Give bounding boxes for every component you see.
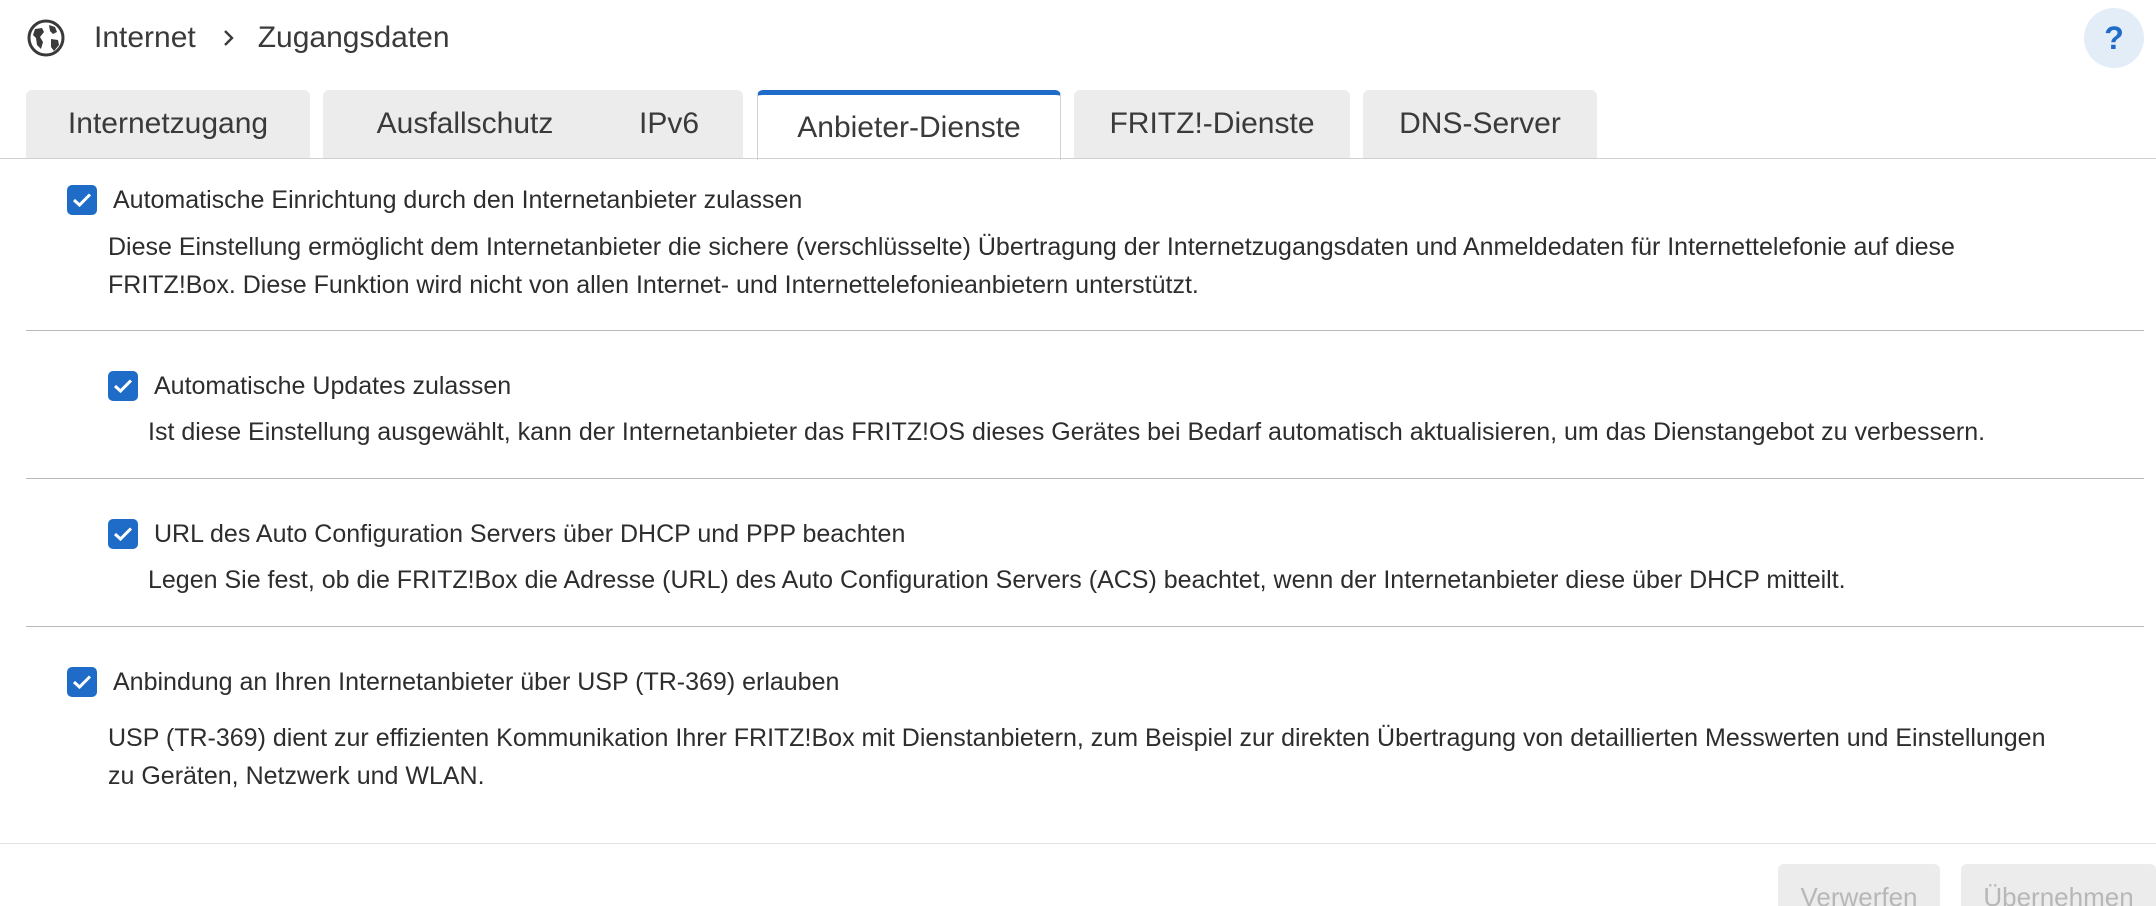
fritzbox-settings-page: Internet Zugangsdaten ? Internetzugang A…: [0, 0, 2156, 906]
auto-updates-checkbox[interactable]: [108, 371, 138, 401]
tab-anbieter-dienste[interactable]: Anbieter-Dienste: [757, 90, 1061, 160]
description-line: Ist diese Einstellung ausgewählt, kann d…: [148, 418, 1986, 446]
setting-usp: Anbindung an Ihren Internetanbieter über…: [67, 665, 839, 699]
section-divider: [26, 330, 2144, 331]
checkmark-icon: [113, 527, 133, 542]
tab-ausfallschutz[interactable]: Ausfallschutz: [323, 90, 607, 158]
auto-setup-description: Diese Einstellung ermöglicht dem Interne…: [108, 228, 1955, 304]
usp-label[interactable]: Anbindung an Ihren Internetanbieter über…: [113, 668, 839, 697]
breadcrumb-zugangsdaten: Zugangsdaten: [257, 21, 450, 54]
tab-internetzugang[interactable]: Internetzugang: [26, 90, 310, 158]
auto-updates-description: Ist diese Einstellung ausgewählt, kann d…: [148, 413, 1985, 451]
breadcrumb: Internet Zugangsdaten: [94, 16, 450, 60]
footer-divider: [0, 843, 2156, 844]
checkmark-icon: [113, 379, 133, 394]
help-button[interactable]: ?: [2084, 8, 2144, 68]
discard-button[interactable]: Verwerfen: [1778, 864, 1940, 906]
tab-dns-server[interactable]: DNS-Server: [1363, 90, 1597, 158]
usp-checkbox[interactable]: [67, 667, 97, 697]
tab-underline: [0, 158, 2156, 159]
description-line: zu Geräten, Netzwerk und WLAN.: [108, 762, 485, 790]
apply-button[interactable]: Übernehmen: [1961, 864, 2156, 906]
acs-url-description: Legen Sie fest, ob die FRITZ!Box die Adr…: [148, 561, 1846, 599]
breadcrumb-internet[interactable]: Internet: [94, 21, 196, 55]
chevron-right-icon: [223, 30, 234, 46]
auto-setup-checkbox[interactable]: [67, 185, 97, 215]
globe-icon: [27, 19, 65, 57]
setting-acs-url: URL des Auto Configuration Servers über …: [108, 517, 905, 551]
acs-url-checkbox[interactable]: [108, 519, 138, 549]
setting-auto-setup: Automatische Einrichtung durch den Inter…: [67, 183, 802, 217]
page-header: Internet Zugangsdaten ?: [0, 0, 2156, 76]
checkmark-icon: [72, 675, 92, 690]
acs-url-label[interactable]: URL des Auto Configuration Servers über …: [154, 520, 905, 549]
section-divider: [26, 626, 2144, 627]
section-divider: [26, 478, 2144, 479]
auto-updates-label[interactable]: Automatische Updates zulassen: [154, 372, 511, 401]
description-line: FRITZ!Box. Diese Funktion wird nicht von…: [108, 271, 1199, 299]
tab-fritz-dienste[interactable]: FRITZ!-Dienste: [1074, 90, 1350, 158]
description-line: Legen Sie fest, ob die FRITZ!Box die Adr…: [148, 566, 1846, 594]
setting-auto-updates: Automatische Updates zulassen: [108, 369, 511, 403]
description-line: USP (TR-369) dient zur effizienten Kommu…: [108, 724, 2046, 752]
description-line: Diese Einstellung ermöglicht dem Interne…: [108, 233, 1955, 261]
checkmark-icon: [72, 193, 92, 208]
tab-ipv6[interactable]: IPv6: [595, 90, 743, 158]
auto-setup-label[interactable]: Automatische Einrichtung durch den Inter…: [113, 186, 802, 215]
usp-description: USP (TR-369) dient zur effizienten Kommu…: [108, 719, 2046, 795]
